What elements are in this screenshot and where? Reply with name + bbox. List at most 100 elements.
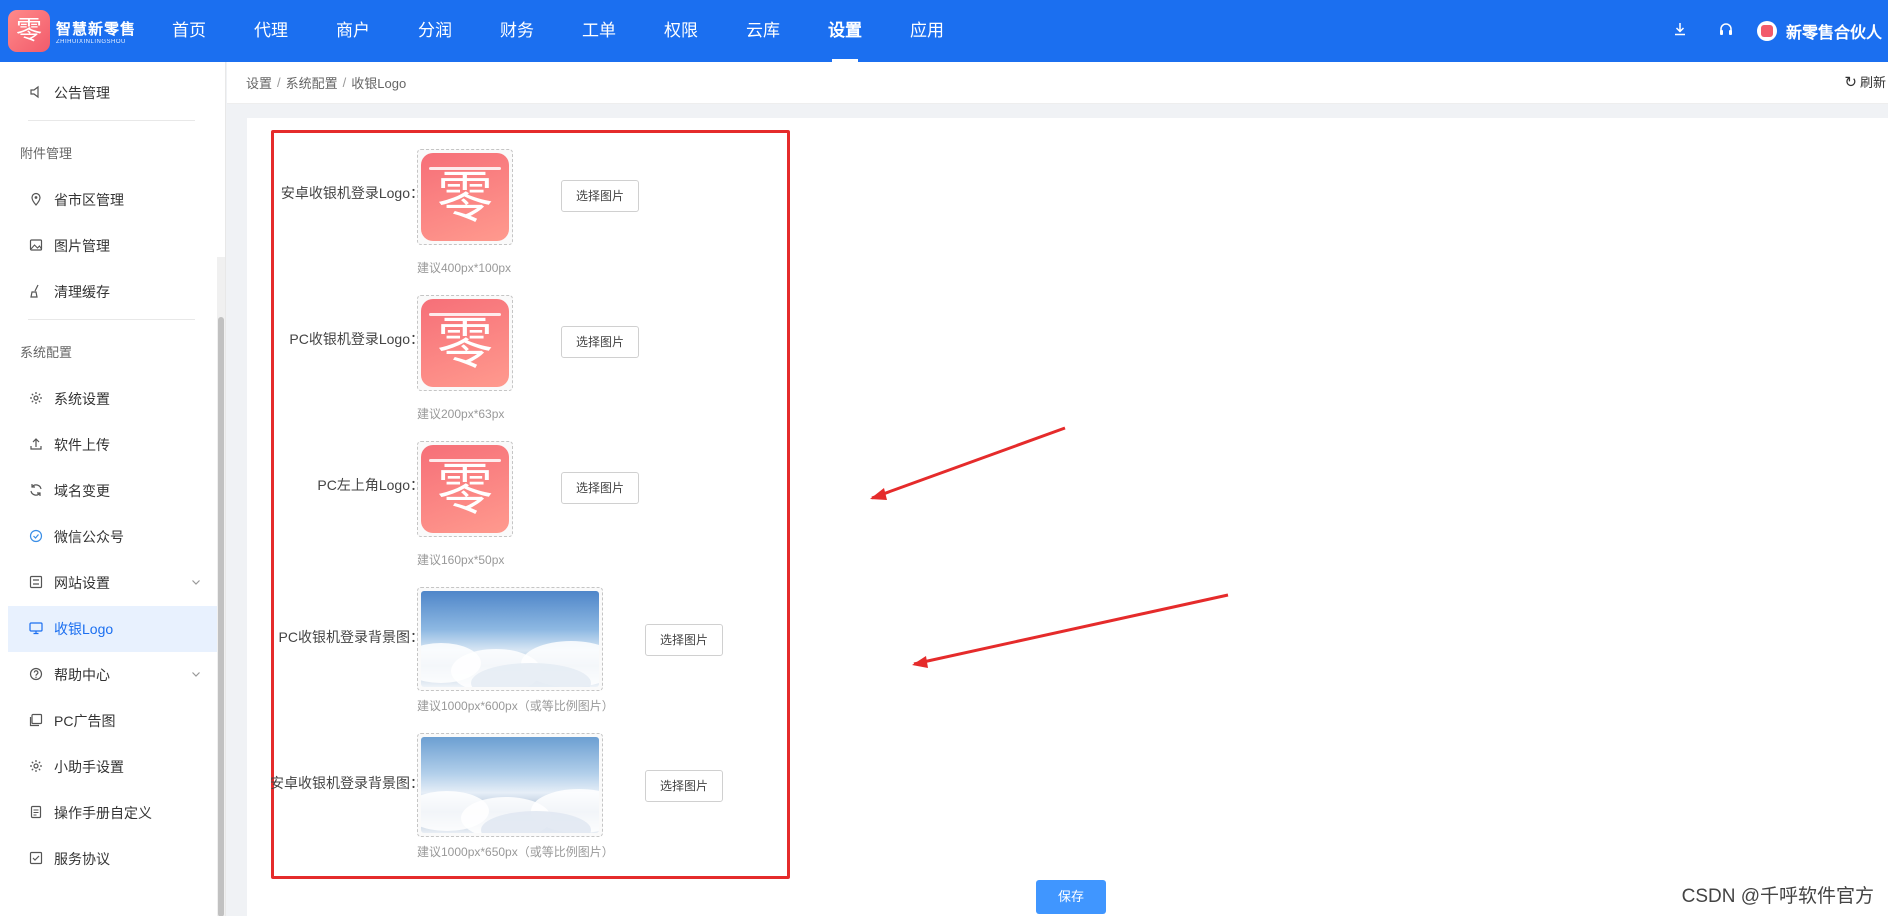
breadcrumb-separator: / — [277, 75, 281, 90]
size-hint: 建议200px*63px — [417, 407, 505, 421]
image-preview[interactable]: 零 — [417, 149, 513, 245]
brand-logo-text: 智慧新零售 ZHIHUIXINLINGSHOU — [56, 18, 136, 45]
sidebar-item-label: 收银Logo — [54, 621, 114, 637]
form-row-android-login-logo: 安卓收银机登录Logo： 零 选择图片 建议400px*100px — [274, 149, 793, 279]
sidebar-item-announcements[interactable]: 公告管理 — [0, 70, 225, 116]
field-label: PC收银机登录Logo： — [289, 331, 424, 347]
sidebar-scrollbar[interactable] — [217, 257, 225, 916]
breadcrumb-item-settings[interactable]: 设置 — [246, 73, 272, 92]
image-preview[interactable] — [417, 587, 603, 691]
sidebar-item-service-agreement[interactable]: 服务协议 — [0, 836, 225, 882]
sidebar-item-label: 系统设置 — [54, 391, 110, 407]
header-actions: 新零售合伙人 — [1657, 0, 1888, 62]
wechat-icon — [28, 529, 44, 545]
refresh-button[interactable]: ↻ 刷新 — [1844, 62, 1888, 104]
watermark: CSDN @千呼软件官方 — [1681, 886, 1874, 907]
sidebar-item-images[interactable]: 图片管理 — [0, 223, 225, 269]
brand-name-en: ZHIHUIXINLINGSHOU — [56, 38, 126, 45]
brand-logo[interactable]: 智慧新零售 ZHIHUIXINLINGSHOU — [0, 0, 148, 62]
logo-image: 零 — [421, 299, 509, 387]
checkbox-icon — [28, 851, 44, 867]
size-hint: 建议1000px*650px（或等比例图片） — [417, 845, 614, 859]
logo-settings-form: 安卓收银机登录Logo： 零 选择图片 建议400px*100px PC收银机登… — [270, 130, 793, 879]
chevron-down-icon — [191, 668, 201, 682]
headset-icon[interactable] — [1703, 21, 1749, 42]
background-image — [421, 737, 599, 833]
nav-item-finance[interactable]: 财务 — [476, 0, 558, 62]
top-header: 智慧新零售 ZHIHUIXINLINGSHOU 首页 代理 商户 分润 财务 工… — [0, 0, 1888, 62]
sidebar-item-label: 操作手册自定义 — [54, 805, 152, 821]
sidebar-divider — [28, 120, 195, 121]
sliders-icon — [28, 575, 44, 591]
nav-item-cloud[interactable]: 云库 — [722, 0, 804, 62]
upload-icon — [28, 437, 44, 453]
sidebar-item-help-center[interactable]: 帮助中心 — [0, 652, 225, 698]
choose-image-button[interactable]: 选择图片 — [561, 472, 640, 504]
logo-glyph: 零 — [437, 458, 493, 523]
sidebar-item-label: 软件上传 — [54, 437, 110, 453]
breadcrumb-separator: / — [342, 75, 347, 90]
nav-item-home[interactable]: 首页 — [148, 0, 230, 62]
sync-icon — [28, 483, 44, 499]
help-icon — [28, 667, 44, 683]
image-preview[interactable]: 零 — [417, 295, 513, 391]
nav-item-merchant[interactable]: 商户 — [312, 0, 394, 62]
sidebar-item-label: 服务协议 — [54, 851, 110, 867]
breadcrumb-item-current: 收银Logo — [351, 76, 407, 91]
sidebar-group-attachments: 附件管理 — [20, 146, 73, 161]
logo-image: 零 — [421, 153, 509, 241]
sidebar-item-label: 小助手设置 — [54, 759, 124, 775]
sidebar-item-label: 帮助中心 — [54, 667, 110, 683]
sidebar: 公告管理 附件管理 省市区管理 图片管理 清理缓存 系统配置 系统设置 软件上传 — [0, 62, 226, 916]
sidebar-item-label: 清理缓存 — [54, 284, 110, 300]
refresh-label: 刷新 — [1859, 75, 1886, 90]
sidebar-item-label: PC广告图 — [54, 713, 116, 729]
sidebar-divider — [28, 319, 195, 320]
image-preview[interactable] — [417, 733, 603, 837]
nav-item-settings[interactable]: 设置 — [804, 0, 886, 62]
sidebar-item-label: 省市区管理 — [54, 192, 124, 208]
gear-icon — [28, 391, 44, 407]
sidebar-item-manual-custom[interactable]: 操作手册自定义 — [0, 790, 225, 836]
sidebar-scrollbar-thumb[interactable] — [218, 317, 224, 916]
sidebar-item-wechat[interactable]: 微信公众号 — [0, 514, 225, 560]
form-row-pc-login-background: PC收银机登录背景图： 选择图片 建议1000px*600px（或等比例图片） — [274, 587, 793, 717]
sidebar-item-software-upload[interactable]: 软件上传 — [0, 422, 225, 468]
choose-image-button[interactable]: 选择图片 — [561, 326, 640, 358]
image-icon — [28, 238, 44, 254]
sidebar-item-assistant-settings[interactable]: 小助手设置 — [0, 744, 225, 790]
save-button[interactable]: 保存 — [1036, 880, 1106, 914]
nav-item-agent[interactable]: 代理 — [230, 0, 312, 62]
choose-image-button[interactable]: 选择图片 — [645, 770, 724, 802]
nav-item-permission[interactable]: 权限 — [640, 0, 722, 62]
nav-item-apps[interactable]: 应用 — [886, 0, 968, 62]
sidebar-item-label: 网站设置 — [54, 575, 110, 591]
form-row-pc-topleft-logo: PC左上角Logo： 零 选择图片 建议160px*50px — [274, 441, 793, 571]
image-preview[interactable]: 零 — [417, 441, 513, 537]
sidebar-item-clear-cache[interactable]: 清理缓存 — [0, 269, 225, 315]
nav-item-ticket[interactable]: 工单 — [558, 0, 640, 62]
sidebar-item-cashier-logo[interactable]: 收银Logo — [8, 606, 218, 652]
sidebar-group-system-config: 系统配置 — [20, 345, 73, 360]
sidebar-item-domain-change[interactable]: 域名变更 — [0, 468, 225, 514]
sidebar-item-label: 公告管理 — [54, 85, 110, 101]
picture-icon — [28, 713, 44, 729]
field-label: PC收银机登录背景图： — [278, 629, 424, 645]
choose-image-button[interactable]: 选择图片 — [561, 180, 640, 212]
document-icon — [28, 805, 44, 821]
sidebar-item-system-settings[interactable]: 系统设置 — [0, 376, 225, 422]
user-name: 新零售合伙人 — [1785, 25, 1882, 42]
speaker-icon — [28, 85, 44, 101]
download-icon[interactable] — [1657, 21, 1703, 42]
sidebar-item-label: 微信公众号 — [54, 529, 124, 545]
sidebar-item-site-settings[interactable]: 网站设置 — [0, 560, 225, 606]
sidebar-item-pc-ads[interactable]: PC广告图 — [0, 698, 225, 744]
choose-image-button[interactable]: 选择图片 — [645, 624, 724, 656]
main-nav: 首页 代理 商户 分润 财务 工单 权限 云库 设置 应用 — [148, 0, 968, 62]
sidebar-item-regions[interactable]: 省市区管理 — [0, 177, 225, 223]
breadcrumb-item-system-config[interactable]: 系统配置 — [286, 73, 338, 92]
nav-item-profit-share[interactable]: 分润 — [394, 0, 476, 62]
main-content: 安卓收银机登录Logo： 零 选择图片 建议400px*100px PC收银机登… — [247, 118, 1888, 916]
user-menu[interactable]: 新零售合伙人 — [1756, 19, 1888, 43]
sidebar-item-label: 图片管理 — [54, 238, 110, 254]
